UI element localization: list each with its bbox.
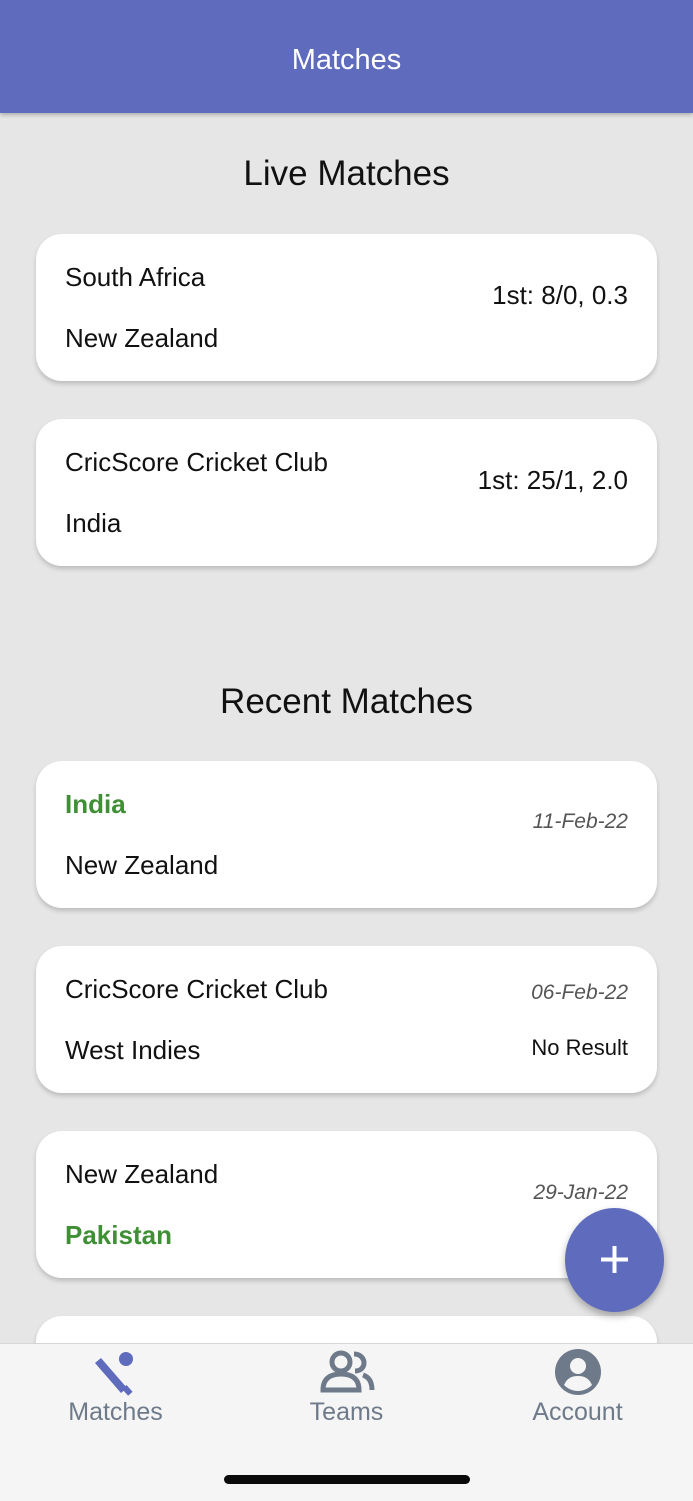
nav-item-account[interactable]: Account (462, 1344, 693, 1444)
people-icon (319, 1350, 374, 1393)
recent-match-card[interactable]: India New Zealand 11-Feb-22 (36, 761, 657, 908)
match-date: 29-Jan-22 (533, 1181, 628, 1204)
match-date: 11-Feb-22 (532, 810, 628, 833)
page-title: Matches (291, 44, 402, 76)
account-circle-icon (554, 1349, 601, 1395)
live-match-card[interactable]: South Africa New Zealand 1st: 8/0, 0.3 (36, 234, 657, 381)
nav-label-account: Account (532, 1398, 623, 1426)
nav-item-matches[interactable]: Matches (0, 1344, 231, 1444)
match-result: No Result (531, 1035, 628, 1060)
live-match-card[interactable]: CricScore Cricket Club India 1st: 25/1, … (36, 419, 657, 566)
winning-team-name: Pakistan (65, 1220, 172, 1250)
live-score: 1st: 25/1, 2.0 (477, 465, 628, 495)
nav-item-teams[interactable]: Teams (231, 1344, 462, 1444)
team-one-name: South Africa (65, 262, 206, 292)
add-match-button[interactable] (565, 1208, 664, 1312)
nav-label-teams: Teams (309, 1398, 384, 1426)
team-one-name: New Zealand (65, 1159, 219, 1189)
recent-match-card[interactable]: CricScore Cricket Club West Indies 06-Fe… (36, 946, 657, 1093)
plus-icon (601, 1246, 628, 1273)
recent-matches-heading: Recent Matches (220, 682, 473, 721)
match-date: 06-Feb-22 (531, 981, 628, 1004)
live-matches-heading: Live Matches (243, 154, 450, 193)
team-one-name: CricScore Cricket Club (65, 447, 328, 477)
live-score: 1st: 8/0, 0.3 (492, 280, 628, 310)
team-two-name: India (65, 508, 122, 538)
cricket-bat-ball-icon (94, 1352, 133, 1396)
app-bar: Matches (0, 0, 693, 113)
recent-match-card[interactable]: New Zealand Pakistan 29-Jan-22 (36, 1131, 657, 1278)
team-two-name: New Zealand (65, 323, 219, 353)
team-two-name: New Zealand (65, 850, 219, 880)
winning-team-name: India (65, 789, 126, 819)
nav-label-matches: Matches (68, 1398, 163, 1426)
home-indicator (224, 1475, 470, 1484)
team-two-name: West Indies (65, 1035, 201, 1065)
team-one-name: CricScore Cricket Club (65, 974, 328, 1004)
